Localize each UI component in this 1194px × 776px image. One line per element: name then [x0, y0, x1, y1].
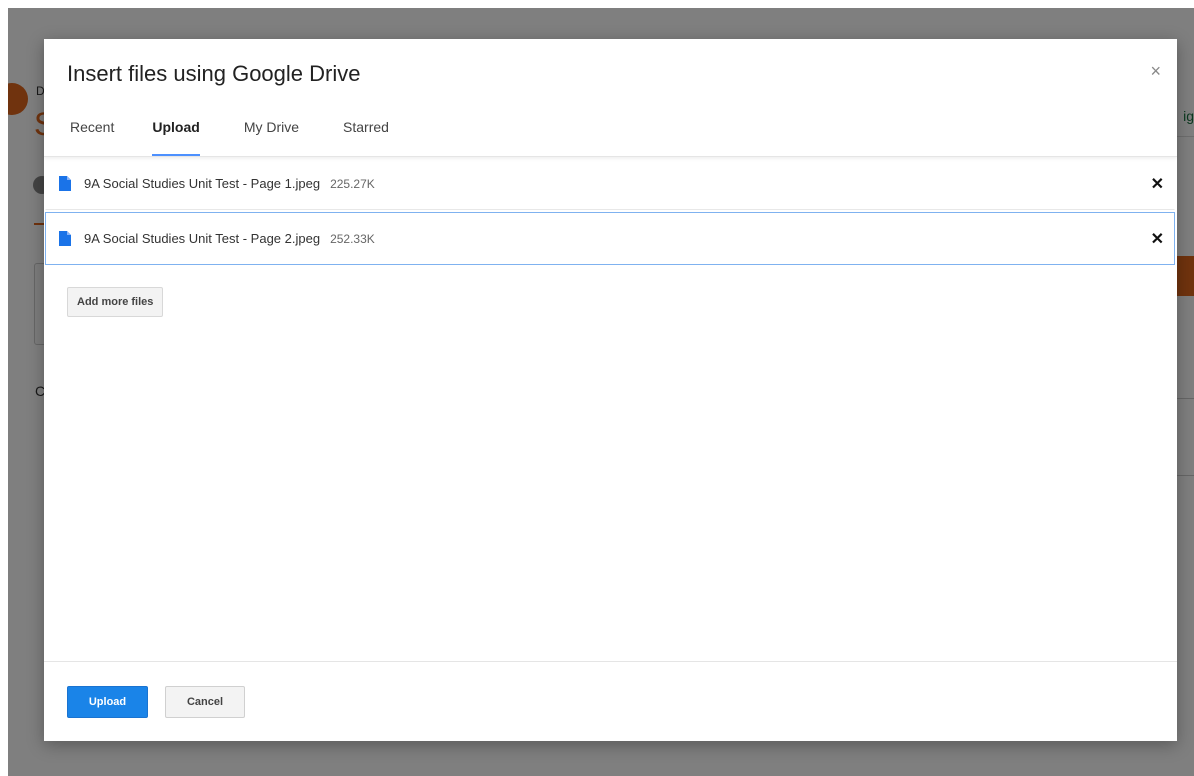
file-name: 9A Social Studies Unit Test - Page 1.jpe…: [84, 176, 321, 191]
tab-recent[interactable]: Recent: [70, 111, 114, 156]
file-document-icon: [59, 231, 71, 246]
file-size: 252.33K: [330, 231, 375, 246]
tab-upload[interactable]: Upload: [152, 111, 201, 156]
dialog-header: Insert files using Google Drive × Recent…: [44, 39, 1177, 157]
file-list-item[interactable]: 9A Social Studies Unit Test - Page 2.jpe…: [45, 212, 1175, 265]
dialog-title: Insert files using Google Drive: [67, 61, 361, 86]
cancel-button[interactable]: Cancel: [165, 686, 245, 718]
file-size: 225.27K: [330, 176, 375, 191]
tab-my-drive[interactable]: My Drive: [244, 111, 299, 156]
file-name: 9A Social Studies Unit Test - Page 2.jpe…: [84, 231, 321, 246]
dialog-footer: Upload Cancel: [44, 661, 1177, 741]
file-document-icon: [59, 176, 71, 191]
remove-file-icon[interactable]: ✕: [1151, 174, 1164, 194]
tab-bar: Recent Upload My Drive Starred: [44, 111, 389, 156]
add-more-files-button[interactable]: Add more files: [67, 287, 164, 317]
tab-starred[interactable]: Starred: [343, 111, 389, 156]
insert-files-dialog: Insert files using Google Drive × Recent…: [44, 39, 1177, 741]
file-list-item[interactable]: 9A Social Studies Unit Test - Page 1.jpe…: [45, 157, 1175, 210]
close-icon[interactable]: ×: [1150, 61, 1161, 81]
remove-file-icon[interactable]: ✕: [1151, 229, 1164, 249]
upload-button[interactable]: Upload: [67, 686, 148, 718]
